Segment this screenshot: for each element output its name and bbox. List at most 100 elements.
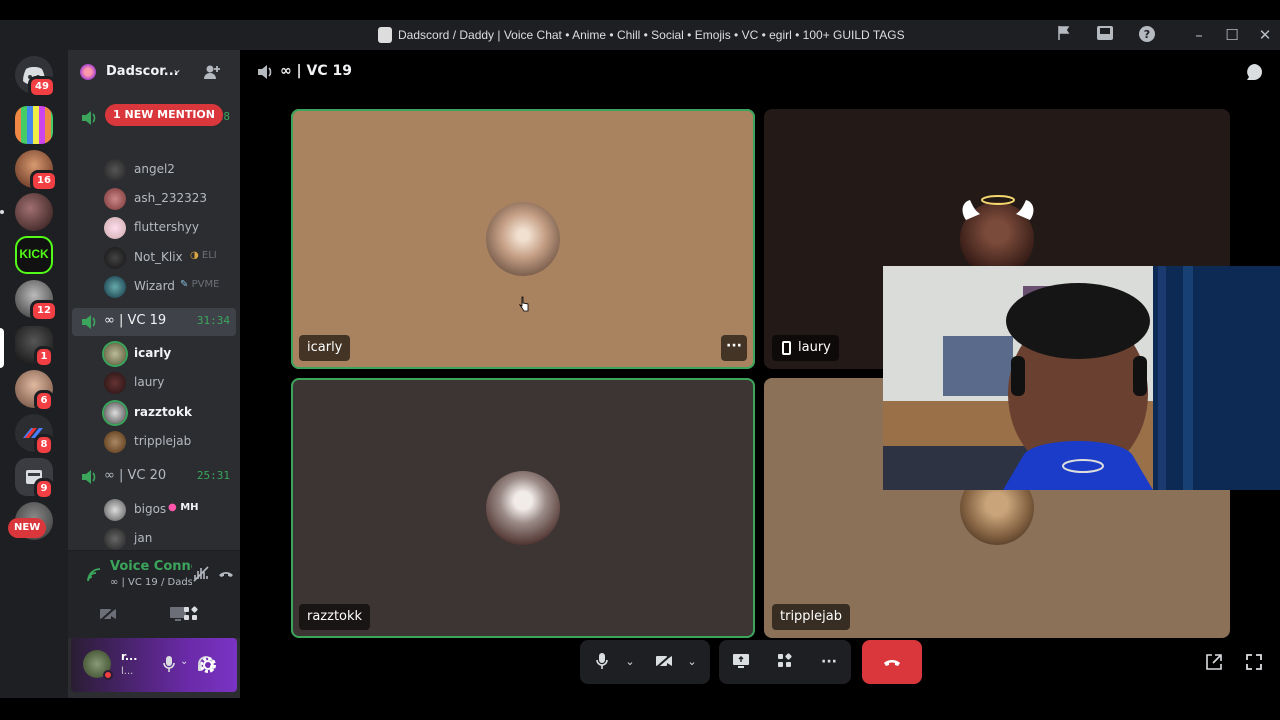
help-icon[interactable]: ? <box>1136 25 1158 45</box>
channel-header: ∞ | VC 19 <box>240 50 1280 94</box>
server-badge-2: 16 <box>30 170 58 192</box>
username: Not_Klix <box>134 250 183 264</box>
minimize-button[interactable]: – <box>1188 25 1210 45</box>
guild-tag: ✎ PVME <box>180 279 220 290</box>
inbox-icon[interactable] <box>1094 25 1116 45</box>
voice-user-row[interactable]: ash_232323 <box>104 186 234 210</box>
angel-wings-decoration <box>956 192 1040 222</box>
chevron-down-icon[interactable]: ⌄ <box>180 656 188 667</box>
svg-text:?: ? <box>1144 28 1150 41</box>
avatar <box>104 372 126 394</box>
guild-tag: ● MH <box>168 502 199 513</box>
voice-user-row[interactable]: jan <box>104 526 234 550</box>
voice-user-row[interactable]: Not_Klix ◑ ELI <box>104 245 234 269</box>
activities-button[interactable] <box>775 652 795 672</box>
server-badge-7: 6 <box>34 390 54 412</box>
guild-icon <box>80 64 96 80</box>
username: bigos <box>134 502 167 516</box>
voice-user-row[interactable]: razztokk <box>104 400 234 424</box>
username: laury <box>134 375 165 389</box>
avatar <box>104 343 126 365</box>
screen-share-button[interactable] <box>731 652 751 672</box>
more-options-button[interactable]: ··· <box>721 335 747 361</box>
avatar <box>104 247 126 269</box>
voice-status: Voice Connected <box>110 559 192 574</box>
flag-icon[interactable] <box>1053 25 1075 45</box>
activities-button[interactable] <box>181 605 201 623</box>
voice-user-row[interactable]: icarly <box>104 341 234 365</box>
invite-icon[interactable] <box>203 63 221 81</box>
participant-name: icarly <box>299 335 351 361</box>
popout-icon[interactable] <box>1204 652 1224 672</box>
kick-server-icon[interactable]: KICK <box>15 236 53 274</box>
channel-title: ∞ | VC 19 <box>280 63 352 79</box>
username: ash_232323 <box>134 191 208 205</box>
streamer-webcam-overlay <box>883 266 1280 490</box>
participant-tile-razztokk[interactable]: razztokk <box>291 378 755 638</box>
fullscreen-icon[interactable] <box>1244 652 1264 672</box>
more-options-icon[interactable]: ··· <box>819 652 839 672</box>
camera-off-button[interactable] <box>654 652 674 672</box>
chat-bubble-icon[interactable] <box>1244 62 1264 82</box>
window-title: Dadscord / Daddy | Voice Chat • Anime • … <box>398 28 905 42</box>
voice-user-row[interactable]: bigos ● MH <box>104 497 234 521</box>
username: razztokk <box>134 405 192 419</box>
chevron-down-icon[interactable]: ⌄ <box>682 652 702 672</box>
chevron-down-icon: ⌄ <box>172 62 183 76</box>
signal-icon <box>86 567 102 583</box>
avatar <box>104 159 126 181</box>
participant-avatar <box>486 471 560 545</box>
avatar <box>104 402 126 424</box>
dnd-status-icon <box>103 670 113 680</box>
voice-channel-vc20[interactable]: ∞ | VC 20 25:31 <box>72 463 236 491</box>
mention-banner[interactable]: 1 NEW MENTION <box>105 104 223 126</box>
participant-tile-icarly[interactable]: icarly ··· <box>291 109 755 369</box>
participant-name: razztokk <box>299 604 371 630</box>
participant-name: tripplejab <box>772 604 850 630</box>
username: angel2 <box>134 162 175 176</box>
new-label: NEW <box>8 518 47 538</box>
voice-channel-link[interactable]: ∞ | VC 19 / Dadsc... <box>110 577 192 588</box>
voice-user-row[interactable]: fluttershyy <box>104 215 234 239</box>
video-off-button[interactable] <box>98 605 118 623</box>
username: Wizard <box>134 279 175 293</box>
channel-name: ∞ | VC 20 <box>104 468 167 483</box>
server-icon-1[interactable] <box>15 106 53 144</box>
title-bar: Dadscord / Daddy | Voice Chat • Anime • … <box>0 20 1280 50</box>
channel-time: 31:34 <box>196 314 230 327</box>
user-status: l... <box>121 666 134 677</box>
microphone-icon[interactable] <box>162 655 176 673</box>
speaker-icon <box>82 111 96 125</box>
leave-call-button[interactable] <box>862 640 922 684</box>
server-badge-8: 8 <box>34 434 54 456</box>
speaker-icon <box>258 65 272 79</box>
user-name: r... <box>121 650 138 663</box>
maximize-button[interactable]: ☐ <box>1221 25 1243 45</box>
guild-tag: ◑ ELI <box>190 250 217 261</box>
voice-user-row[interactable]: Wizard ✎ PVME <box>104 274 234 298</box>
chevron-down-icon[interactable]: ⌄ <box>620 652 640 672</box>
voice-user-row[interactable]: angel2 <box>104 157 234 181</box>
server-badge-9: 9 <box>34 478 54 500</box>
avatar <box>104 217 126 239</box>
close-button[interactable]: ✕ <box>1254 25 1276 45</box>
audio-video-controls: ⌄ ⌄ <box>580 640 710 684</box>
settings-gear-icon[interactable] <box>198 655 218 675</box>
username: jan <box>134 531 153 545</box>
guild-header[interactable]: Dadscor... ⌄ <box>68 50 240 96</box>
channel-time: 25:31 <box>196 469 230 482</box>
voice-connected-panel: Voice Connected ∞ | VC 19 / Dadsc... <box>68 550 240 638</box>
voice-channel-vc19[interactable]: ∞ | VC 19 31:34 <box>72 308 236 336</box>
server-icon-3[interactable] <box>15 193 53 231</box>
noise-suppression-icon[interactable] <box>192 565 210 583</box>
discord-app: Dadscord / Daddy | Voice Chat • Anime • … <box>0 20 1280 698</box>
app-logo-icon <box>378 27 392 43</box>
selected-server-pill <box>0 328 4 368</box>
microphone-button[interactable] <box>592 652 612 672</box>
username: icarly <box>134 346 172 360</box>
voice-user-row[interactable]: tripplejab <box>104 429 234 453</box>
server-rail: 49 16 KICK 12 1 6 8 9 NEW <box>0 50 68 698</box>
voice-user-row[interactable]: laury <box>104 370 234 394</box>
disconnect-icon[interactable] <box>217 565 235 583</box>
unread-dot <box>0 210 4 214</box>
